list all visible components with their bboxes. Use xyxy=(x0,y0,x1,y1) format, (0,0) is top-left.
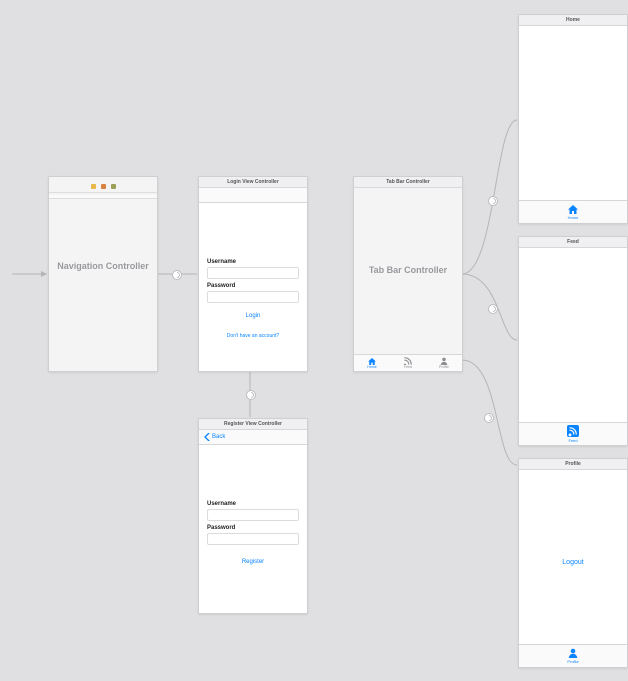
segue-tab-feed xyxy=(488,304,498,314)
login-titlebar: Login View Controller xyxy=(199,177,307,188)
login-navbar xyxy=(199,188,307,203)
nav-controller-toolbar xyxy=(49,180,157,193)
register-view-controller-scene[interactable]: Register View Controller Back Username P… xyxy=(198,418,308,614)
register-titlebar: Register View Controller xyxy=(199,419,307,430)
tab-feed[interactable]: Feed xyxy=(390,355,426,371)
back-button[interactable]: Back xyxy=(199,430,307,444)
home-bottom-label: Home xyxy=(568,215,579,220)
home-icon xyxy=(368,358,376,365)
segue-root xyxy=(172,270,182,280)
home-icon xyxy=(568,205,578,214)
logout-button[interactable]: Logout xyxy=(519,559,627,566)
login-password-input[interactable] xyxy=(207,291,299,303)
person-icon xyxy=(568,648,578,658)
register-navbar: Back xyxy=(199,430,307,445)
register-password-input[interactable] xyxy=(207,533,299,545)
segue-login-to-register xyxy=(246,390,256,400)
profile-bottom-bar: Profile xyxy=(519,644,627,667)
login-username-label: Username xyxy=(199,259,307,265)
register-password-label: Password xyxy=(199,525,307,531)
feed-view-controller-scene[interactable]: Feed Feed xyxy=(518,236,628,446)
home-titlebar: Home xyxy=(519,15,627,26)
feed-titlebar: Feed xyxy=(519,237,627,248)
tabbar-titlebar: Tab Bar Controller xyxy=(354,177,462,188)
profile-view-controller-scene[interactable]: Profile Logout Profile xyxy=(518,458,628,668)
nav-controller-label: Navigation Controller xyxy=(49,261,157,271)
segue-tab-home xyxy=(488,196,498,206)
tab-home-label: Home xyxy=(367,365,376,369)
register-prompt-link[interactable]: Don't have an account? xyxy=(199,333,307,339)
login-username-input[interactable] xyxy=(207,267,299,279)
navigation-controller-scene[interactable]: Navigation Controller xyxy=(48,176,158,372)
rss-icon xyxy=(567,425,579,437)
person-icon xyxy=(440,357,448,365)
chevron-left-icon xyxy=(204,433,210,441)
login-password-label: Password xyxy=(199,283,307,289)
segue-tab-profile xyxy=(484,413,494,423)
tab-bar: Home Feed Profile xyxy=(354,354,462,371)
home-view-controller-scene[interactable]: Home Home xyxy=(518,14,628,224)
rss-icon xyxy=(404,357,412,365)
tab-home[interactable]: Home xyxy=(354,355,390,371)
register-username-input[interactable] xyxy=(207,509,299,521)
profile-titlebar: Profile xyxy=(519,459,627,470)
register-username-label: Username xyxy=(199,501,307,507)
login-view-controller-scene[interactable]: Login View Controller Username Password … xyxy=(198,176,308,372)
tabbar-body-label: Tab Bar Controller xyxy=(354,265,462,275)
back-label: Back xyxy=(212,430,225,444)
feed-bottom-bar: Feed xyxy=(519,422,627,445)
tab-profile-label: Profile xyxy=(439,365,449,369)
storyboard-canvas: { "entry_arrow": true, "nav_controller":… xyxy=(0,0,628,681)
login-button[interactable]: Login xyxy=(199,313,307,319)
tab-bar-controller-scene[interactable]: Tab Bar Controller Tab Bar Controller Ho… xyxy=(353,176,463,372)
profile-bottom-label: Profile xyxy=(567,659,578,664)
feed-bottom-label: Feed xyxy=(568,438,577,443)
tab-feed-label: Feed xyxy=(404,365,412,369)
register-button[interactable]: Register xyxy=(199,559,307,565)
home-bottom-bar: Home xyxy=(519,200,627,223)
tab-profile[interactable]: Profile xyxy=(426,355,462,371)
